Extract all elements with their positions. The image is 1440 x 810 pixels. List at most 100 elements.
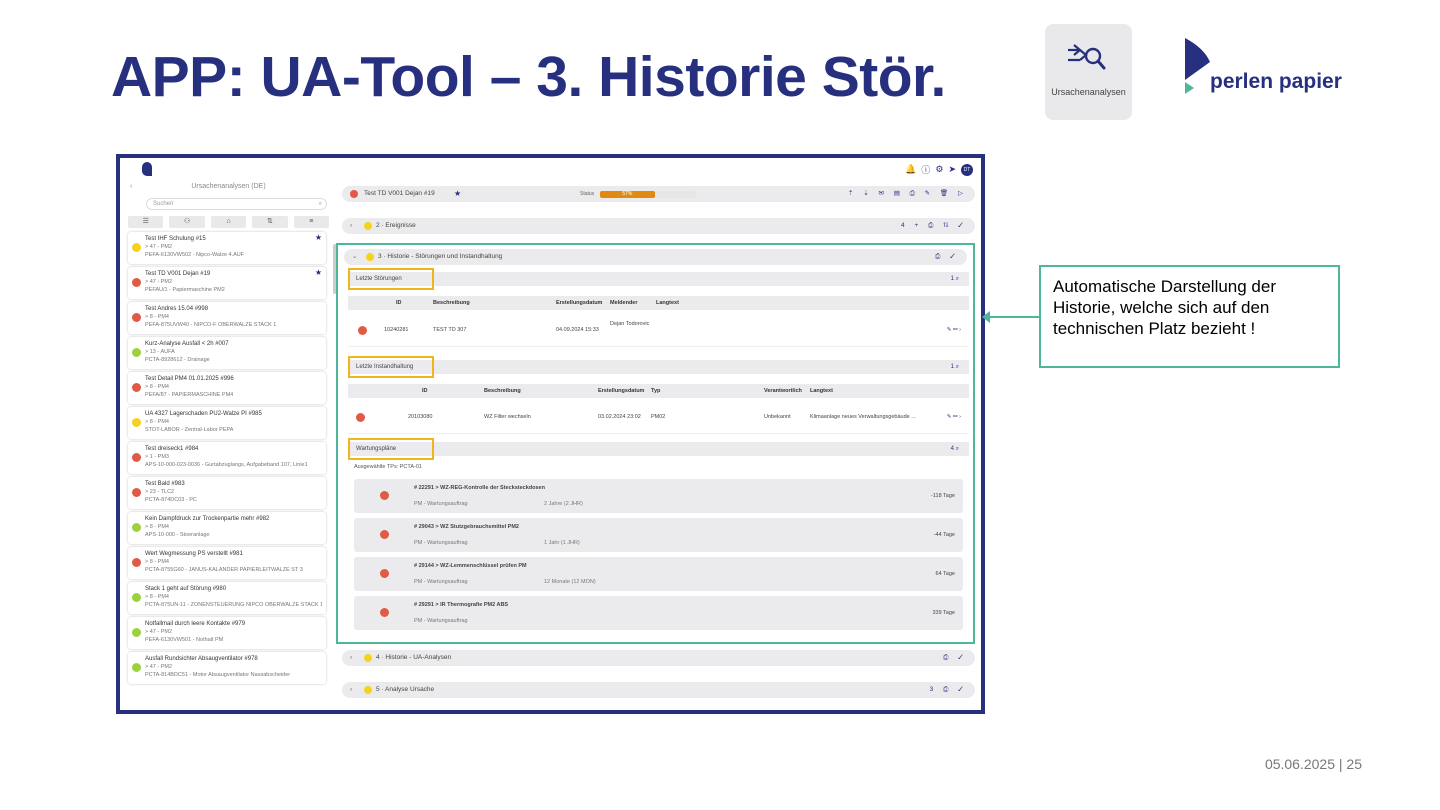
status-dot: [132, 313, 141, 322]
stoerungen-table-header: ID Beschreibung Erstellungsdatum Meldend…: [348, 296, 969, 310]
callout-box: Automatische Darstellung der Historie, w…: [1039, 265, 1340, 368]
status-dot: [380, 608, 389, 617]
wartung-header[interactable]: Wartungspläne 4 ⌕: [348, 442, 969, 456]
item-line1: > 13 - AUFA: [145, 349, 175, 355]
item-line2: PEFA-6130VW502 - Nipco-Walze 4.AUF: [145, 252, 245, 258]
list-item[interactable]: Stack 1 geht auf Störung #980 > 8 - PM4 PC…: [128, 582, 326, 614]
list-item[interactable]: Notfallmail durch leere Kontakte #979 > 4…: [128, 617, 326, 649]
row-actions[interactable]: ✎ ⚯ ›: [947, 327, 961, 333]
list-item[interactable]: Wert Wegmessung PS verstellt #981 > 8 - P…: [128, 547, 326, 579]
section-events[interactable]: › 2 · Ereignisse 4 + ⎙ ⇅ ✓: [342, 218, 975, 234]
instandhaltung-count: 1 ⌕: [950, 364, 959, 370]
item-line1: > 47 - PM2: [145, 279, 173, 285]
status-dot: [132, 628, 141, 637]
cell-langtext: Klimaanlage neues Verwaltungsgebäude ...: [810, 414, 916, 420]
filter-users-button[interactable]: ⚇: [169, 216, 205, 228]
filter-list-button[interactable]: ☰: [128, 216, 164, 228]
col-desc: Beschreibung: [484, 388, 521, 394]
plan-type: PM - Wartungsauftrag: [414, 579, 468, 585]
item-line2: APS-10-000-023-0036 - Gurtabzuglangs, Au…: [145, 462, 308, 468]
list-item[interactable]: Test Bald #983 > 23 - TLC2 PCTA-874DC03 - …: [128, 477, 326, 509]
plan-type: PM - Wartungsauftrag: [414, 618, 468, 624]
item-line1: > 8 - PM4: [145, 419, 169, 425]
status-dot: [364, 222, 372, 230]
section-ua-history[interactable]: › 4 · Historie - UA-Analysen ⎙ ✓: [342, 650, 975, 666]
app-topbar: 🔔 ⓘ ⚙ ➤ DT: [120, 158, 981, 180]
settings-icon[interactable]: ⚙: [935, 164, 943, 175]
list-item[interactable]: Kein Dampfdruck zur Trockenpartie mehr #…: [128, 512, 326, 544]
maintenance-plan-card[interactable]: # 22291 > WZ-REG-Kontrolle der Steckstec…: [354, 479, 963, 513]
plan-due: -118 Tage: [931, 493, 955, 499]
section-history[interactable]: ⌄ 3 · Historie - Störungen und Instandha…: [344, 249, 967, 265]
star-icon[interactable]: ★: [315, 234, 322, 242]
analysis-list: Test IHF Schulung #15 > 47 - PM2 PEFA-6130…: [126, 232, 331, 684]
cell-desc: WZ Filter wechseln: [484, 414, 531, 420]
section-label: 5 · Analyse Ursache: [376, 686, 435, 693]
back-icon[interactable]: ‹: [130, 180, 132, 194]
stoerungen-header[interactable]: Letzte Störungen 1 ⌕: [348, 272, 969, 286]
table-row[interactable]: 20103080 WZ Filter wechseln 03.02.2024 2…: [348, 402, 969, 434]
analysis-header: Test TD V001 Dejan #19 ★ Status 57% ⇡ ⇣ …: [342, 186, 975, 202]
status-dot: [358, 326, 367, 335]
list-item[interactable]: Kurz-Analyse Ausfall < 2h #007 > 13 - AUF…: [128, 337, 326, 369]
list-item[interactable]: Test Andres 15.04 #998 > 8 - PM4 PEFA-875U…: [128, 302, 326, 334]
plan-due: 64 Tage: [935, 571, 955, 577]
item-line2: PCTA-875UN-11 - ZONENSTEUERUNG NIPCO OBE…: [145, 602, 322, 608]
wartung-count: 4 ⌕: [950, 446, 959, 452]
col-langtext: Langtext: [810, 388, 833, 394]
status-dot: [132, 348, 141, 357]
status-dot: [364, 686, 372, 694]
section-cause-analysis[interactable]: › 5 · Analyse Ursache 3 ⎙ ✓: [342, 682, 975, 698]
status-dot: [132, 523, 141, 532]
slide-footer: 05.06.2025 | 25: [1264, 756, 1362, 772]
search-input[interactable]: Suchen ⌕: [146, 198, 327, 210]
section-actions[interactable]: ⎙ ✓: [935, 249, 959, 265]
send-icon[interactable]: ➤: [948, 164, 956, 175]
status-dot: [364, 654, 372, 662]
list-item[interactable]: Ausfall Rundsichter Absaugventilator #97…: [128, 652, 326, 684]
maintenance-plan-card[interactable]: # 29291 > IR Thermografie PM2 ABS PM - Wa…: [354, 596, 963, 630]
list-item[interactable]: Test TD V001 Dejan #19 > 47 - PM2 PEFAU/1 …: [128, 267, 326, 299]
count: 1: [950, 364, 954, 370]
maintenance-plan-card[interactable]: # 29144 > WZ-Lemmenschlüssel prüfen PM PM…: [354, 557, 963, 591]
star-icon[interactable]: ★: [315, 269, 322, 277]
filter-building-button[interactable]: ⌂: [210, 216, 247, 228]
table-row[interactable]: 10240281 TEST TD 307 04.09.2024 15:33 De…: [348, 315, 969, 347]
filter-more-button[interactable]: ≡: [293, 216, 330, 228]
item-line1: > 8 - PM4: [145, 314, 169, 320]
header-actions[interactable]: ⇡ ⇣ ✉ ▤ ⎙ ✎ 🗑 ▷: [848, 186, 967, 202]
list-item[interactable]: Test dreiseck1 #984 > 1 - PM3 APS-10-000-0…: [128, 442, 326, 474]
avatar[interactable]: DT: [961, 163, 973, 176]
item-line2: APS-10-000 - Stoeranlage: [145, 532, 210, 538]
status-dot: [132, 278, 141, 287]
sidebar-title: Ursachenanalysen (DE): [191, 183, 266, 190]
list-item[interactable]: Test IHF Schulung #15 > 47 - PM2 PEFA-6130…: [128, 232, 326, 264]
app-logo-icon: [142, 162, 152, 176]
item-line2: STOT-LABOR - Zentral-Labor PEPA: [145, 427, 234, 433]
section-actions[interactable]: ⎙ ✓: [943, 650, 967, 666]
plan-interval: 1 Jahr (1 JHR): [544, 540, 580, 546]
item-line2: PCTA-8755G60 - JANUS-KALANDER PAPIERLEIT…: [145, 567, 303, 573]
star-icon[interactable]: ★: [454, 186, 461, 202]
root-cause-icon: [1068, 44, 1106, 70]
item-line1: > 47 - PM2: [145, 629, 173, 635]
item-line2: PEFA-875UVW40 - NIPCO-F OBERWALZE STACK …: [145, 322, 277, 328]
row-actions[interactable]: ✎ ⚯ ›: [947, 414, 961, 420]
sort-button[interactable]: ⇅: [252, 216, 288, 228]
plan-title: # 29291 > IR Thermografie PM2 ABS: [414, 602, 509, 608]
item-line1: > 8 - PM4: [145, 384, 169, 390]
info-icon[interactable]: ⓘ: [921, 163, 930, 176]
list-item[interactable]: Test Detail PM4 01.01.2025 #996 > 8 - PM4…: [128, 372, 326, 404]
plan-due: -44 Tage: [933, 532, 955, 538]
bell-icon[interactable]: 🔔: [905, 164, 916, 175]
list-item[interactable]: UA 4327 Lagerschaden PU2-Walze PI #985 > …: [128, 407, 326, 439]
status-dot: [132, 383, 141, 392]
status-dot: [132, 593, 141, 602]
maintenance-plan-card[interactable]: # 29043 > WZ Stutzgebrauchsmittel PM2 PM …: [354, 518, 963, 552]
plan-due: 339 Tage: [932, 610, 955, 616]
instandhaltung-header[interactable]: Letzte Instandhaltung 1 ⌕: [348, 360, 969, 374]
sidebar-header: ‹ Ursachenanalysen (DE): [126, 180, 331, 194]
col-id: ID: [396, 300, 402, 306]
item-title: Test IHF Schulung #15: [145, 236, 206, 242]
status-dot: [132, 488, 141, 497]
